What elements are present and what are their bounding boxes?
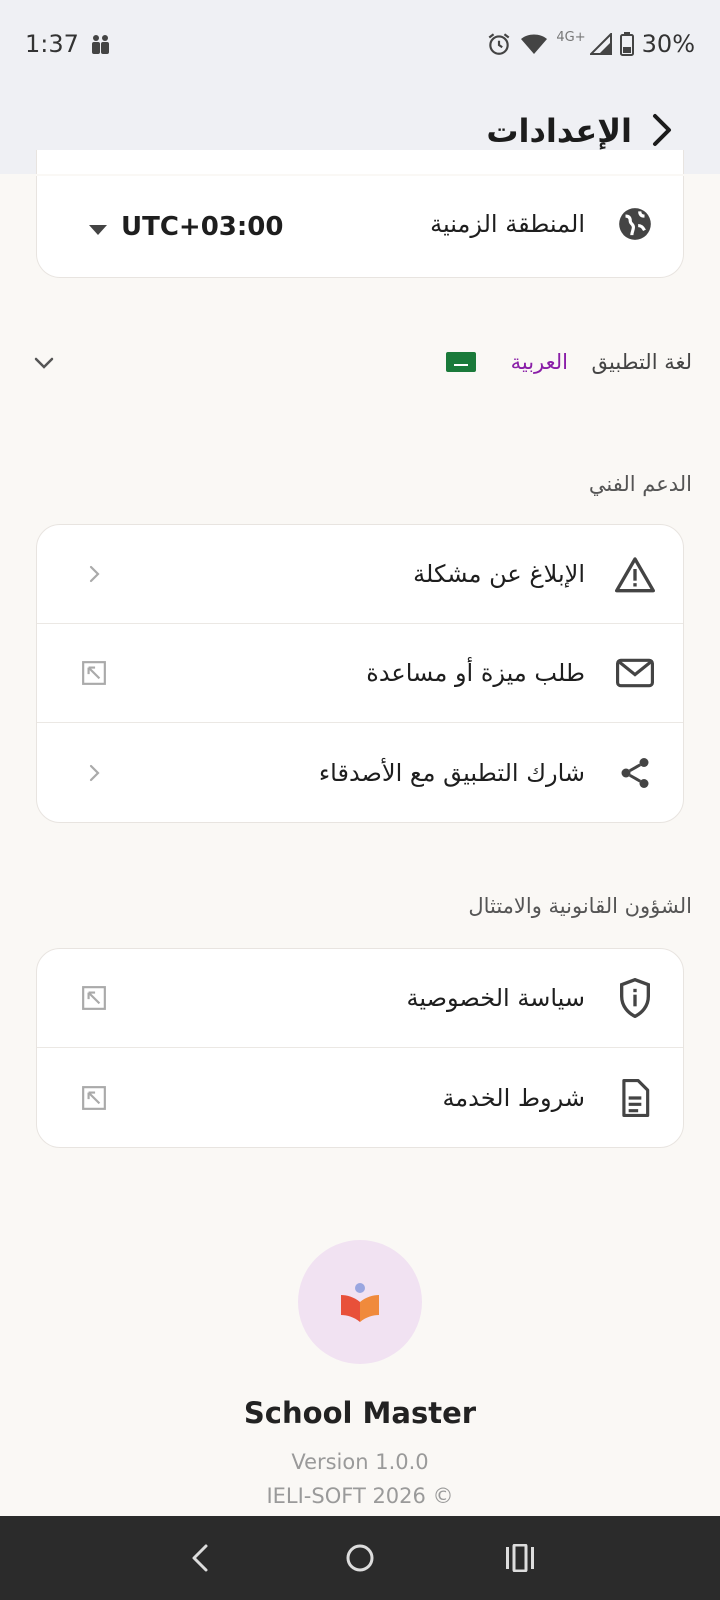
timezone-card[interactable]: المنطقة الزمنية UTC+03:00 (36, 150, 684, 278)
timezone-value: UTC+03:00 (121, 212, 284, 242)
external-link-icon (79, 1083, 109, 1113)
nav-back-icon (192, 1544, 208, 1572)
language-label: لغة التطبيق (591, 350, 692, 374)
feature-request-row[interactable]: طلب ميزة أو مساعدة (37, 624, 683, 723)
network-type: 4G+ (556, 29, 586, 45)
app-logo (298, 1240, 422, 1364)
status-time: 1:37 (25, 30, 79, 58)
shield-info-icon (615, 978, 655, 1018)
mail-icon (615, 653, 655, 693)
alarm-icon (486, 31, 512, 57)
language-value: العربية (510, 350, 568, 374)
terms-of-service-row[interactable]: شروط الخدمة (37, 1048, 683, 1147)
back-button[interactable] (642, 110, 682, 150)
book-reader-icon (341, 1283, 379, 1322)
warning-icon (615, 554, 655, 594)
chevron-right-icon (79, 758, 109, 788)
chevron-right-icon (79, 559, 109, 589)
nav-back-button[interactable] (175, 1533, 225, 1583)
page-title: الإعدادات (486, 112, 632, 150)
privacy-policy-row[interactable]: سياسة الخصوصية (37, 949, 683, 1048)
nav-recents-button[interactable] (495, 1533, 545, 1583)
language-selector[interactable]: لغة التطبيق العربية (0, 340, 720, 390)
dropdown-arrow-icon (89, 220, 107, 239)
document-icon (615, 1078, 655, 1118)
chevron-right-icon (653, 114, 671, 146)
battery-percent: 30% (641, 30, 695, 58)
terms-of-service-label: شروط الخدمة (442, 1083, 585, 1112)
support-section-title: الدعم الفني (588, 472, 692, 496)
battery-icon (619, 32, 634, 56)
nav-home-icon (346, 1544, 374, 1572)
scroll-edge (0, 174, 720, 176)
legal-card: سياسة الخصوصية شروط الخدمة (36, 948, 684, 1148)
copyright: IELI-SOFT 2026 © (266, 1484, 454, 1508)
privacy-policy-label: سياسة الخصوصية (406, 984, 585, 1012)
status-right: 4G+ 30% (486, 30, 695, 58)
wifi-icon (520, 32, 548, 56)
status-left: 1:37 (25, 30, 113, 58)
globe-icon (615, 204, 655, 244)
external-link-icon (79, 983, 109, 1013)
nav-home-button[interactable] (335, 1533, 385, 1583)
notification-icon (89, 32, 113, 56)
legal-section-title: الشؤون القانونية والامتثال (468, 894, 692, 918)
feature-request-label: طلب ميزة أو مساعدة (366, 659, 585, 687)
report-problem-label: الإبلاغ عن مشكلة (413, 560, 585, 588)
status-bar: 1:37 4G+ 30% (0, 0, 720, 88)
chevron-down-icon (34, 354, 54, 373)
timezone-label: المنطقة الزمنية (430, 210, 585, 238)
share-icon (615, 753, 655, 793)
signal-icon (589, 33, 612, 55)
saudi-flag-icon (446, 352, 476, 372)
nav-recents-icon (506, 1544, 534, 1572)
support-card: الإبلاغ عن مشكلة طلب ميزة أو مساعدة شارك… (36, 524, 684, 823)
system-nav-bar (0, 1516, 720, 1600)
share-app-label: شارك التطبيق مع الأصدقاء (318, 758, 585, 787)
report-problem-row[interactable]: الإبلاغ عن مشكلة (37, 525, 683, 624)
share-app-row[interactable]: شارك التطبيق مع الأصدقاء (37, 723, 683, 822)
app-version: Version 1.0.0 (291, 1450, 429, 1474)
external-link-icon (79, 658, 109, 688)
app-name: School Master (243, 1396, 477, 1430)
